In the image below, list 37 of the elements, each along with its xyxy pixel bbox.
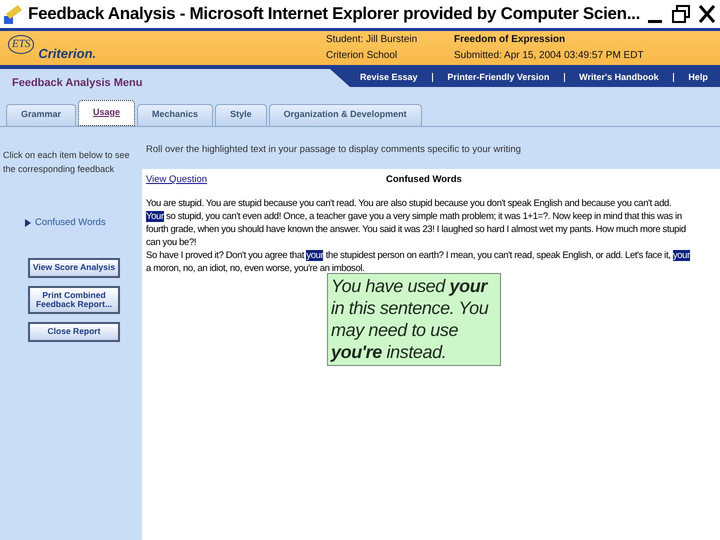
triangle-icon (25, 219, 31, 228)
tab[interactable]: Mechanics (137, 104, 214, 126)
sidebar-button[interactable]: View Score Analysis (28, 258, 120, 278)
essay-paragraph: So have I proved it? Don't you agree that your the stupidest person on earth? I mean, you can't read, speak English, or add. Let's face it, your a moron, no, an idiot, no, even worse, you're an imbosol. (146, 249, 690, 276)
minimize-icon (648, 20, 662, 22)
sidebar-button[interactable]: Close Report (28, 322, 120, 342)
student-name: Student: Jill Burstein (326, 34, 418, 46)
tab[interactable]: Grammar (6, 104, 76, 126)
browser-icon (2, 2, 24, 26)
close-icon (696, 4, 717, 24)
view-question-link[interactable]: View Question (146, 173, 386, 188)
prompt-title: Freedom of Expression (454, 34, 566, 46)
logo-name: Criterion. (38, 45, 96, 64)
main-instruction: Roll over the highlighted text in your passage to display comments specific to your writing (145, 143, 522, 157)
highlighted-word[interactable]: your (672, 250, 690, 262)
restore-button[interactable] (670, 2, 692, 26)
tab[interactable]: Organization & Development (268, 104, 422, 126)
nav-link[interactable]: Revise Essay (360, 71, 418, 84)
nav-link[interactable]: Writer's Handbook (579, 71, 659, 84)
essay-paragraph: You are stupid. You are stupid because you can't read. You are also stupid because you don't speak English and because you can't add. Your so stupid, you can't even add! Once, a teacher gave you a very simple math problem; it was 1+1=?. Now keep in mind that this was in fourth grade, when you should have known the answer. You said it was 23! I laughed so hard I almost wet my pants. How much more stupid can you be?! (146, 197, 687, 250)
submitted-date: Submitted: Apr 15, 2004 03:49:57 PM EDT (454, 50, 644, 61)
logo-mark: ETS (8, 35, 34, 54)
menu-title: Feedback Analysis Menu (11, 76, 144, 91)
nav-link[interactable]: Help (688, 71, 708, 84)
tab[interactable]: Style (215, 104, 267, 126)
section-title: Confused Words (386, 173, 462, 187)
tab[interactable]: Usage (78, 100, 136, 126)
highlighted-word[interactable]: your (306, 250, 324, 262)
nav-link[interactable]: Printer-Friendly Version (447, 71, 550, 84)
feedback-item[interactable]: Confused Words (25, 216, 106, 230)
highlighted-word[interactable]: Your (146, 211, 164, 222)
school-name: Criterion School (326, 50, 398, 61)
tooltip: You have used your in this sentence. You may need to use you're instead. (327, 273, 501, 366)
restore-icon (670, 4, 691, 24)
sidebar-instruction: Click on each item below to see the corresponding feedback (3, 149, 131, 176)
window-title: Feedback Analysis - Microsoft Internet Explorer provided by Computer Scien... (28, 3, 640, 26)
sidebar-button[interactable]: Print Combined Feedback Report... (28, 286, 120, 314)
